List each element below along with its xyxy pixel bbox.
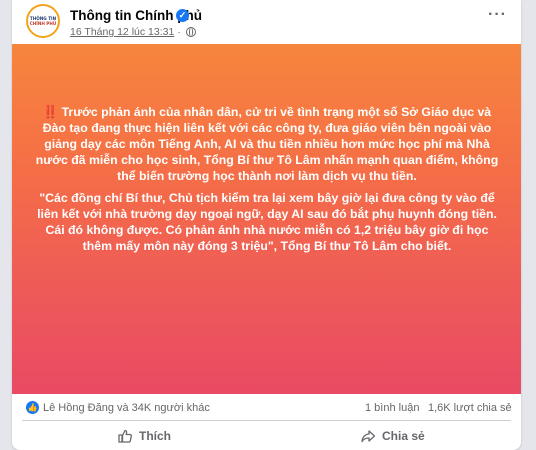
share-arrow-icon <box>361 429 376 442</box>
meta-separator: · <box>177 26 181 38</box>
avatar-line-2: CHÍNH PHỦ <box>29 21 57 26</box>
post-header: THÔNG TIN CHÍNH PHỦ Thông tin Chính phủ … <box>12 0 521 44</box>
globe-icon[interactable] <box>185 27 196 37</box>
reactors-summary[interactable]: Lê Hồng Đăng và 34K người khác <box>43 402 210 414</box>
post-card: THÔNG TIN CHÍNH PHỦ Thông tin Chính phủ … <box>12 0 521 450</box>
post-meta: 16 Tháng 12 lúc 13:31 · <box>70 26 196 38</box>
share-button[interactable]: Chia sẻ <box>360 421 425 450</box>
share-label: Chia sẻ <box>382 428 425 443</box>
like-reaction-icon[interactable]: 👍 <box>26 401 39 414</box>
post-paragraph-1: ‼️ Trước phản ánh của nhân dân, cử tri v… <box>32 104 502 184</box>
engagement-stats: 👍 Lê Hồng Đăng và 34K người khác 1 bình … <box>12 394 521 420</box>
paragraph-1-text: Trước phản ánh của nhân dân, cử tri về t… <box>35 105 499 183</box>
like-button[interactable]: Thích <box>117 421 171 450</box>
double-exclamation-icon: ‼️ <box>42 105 59 119</box>
thumbs-up-icon <box>118 429 132 443</box>
more-options-button[interactable]: ··· <box>488 7 507 23</box>
post-timestamp[interactable]: 16 Tháng 12 lúc 13:31 <box>70 26 174 38</box>
share-count[interactable]: 1,6K lượt chia sẻ <box>428 402 512 414</box>
comment-count[interactable]: 1 bình luận <box>365 402 419 414</box>
page-avatar[interactable]: THÔNG TIN CHÍNH PHỦ <box>26 4 60 38</box>
post-paragraph-2: "Các đồng chí Bí thư, Chủ tịch kiểm tra … <box>37 191 497 253</box>
verified-badge-icon: ✓ <box>176 9 189 22</box>
post-content: ‼️ Trước phản ánh của nhân dân, cử tri v… <box>32 104 502 260</box>
action-bar: Thích Chia sẻ <box>12 421 521 450</box>
like-label: Thích <box>139 428 171 443</box>
